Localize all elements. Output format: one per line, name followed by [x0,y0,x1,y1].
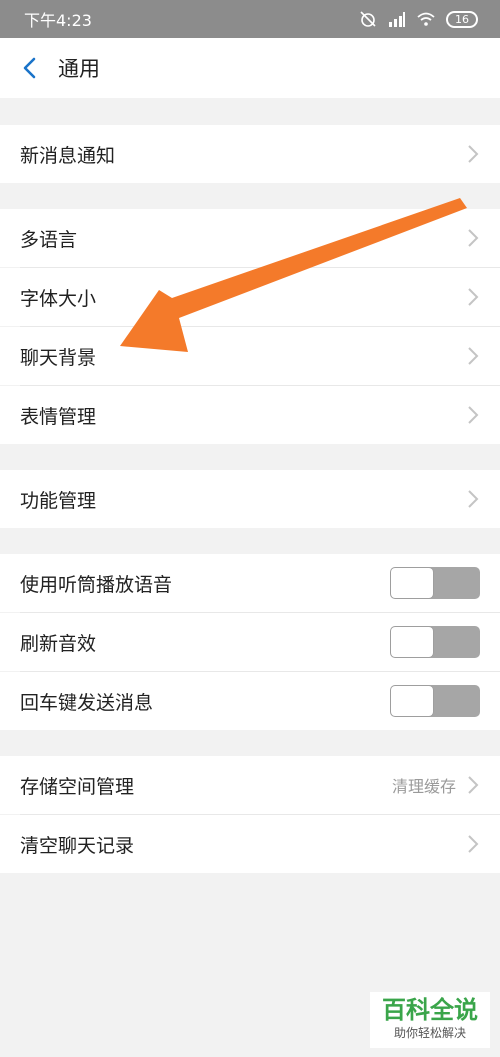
battery-icon: 16 [446,10,478,28]
watermark-title: 百科全说 [382,996,478,1024]
row-label: 功能管理 [20,489,97,512]
row-label: 清空聊天记录 [20,834,135,857]
chevron-right-icon [468,288,479,306]
clear-cache-hint: 清理缓存 [391,777,456,796]
watermark-subtitle: 助你轻松解决 [393,1026,466,1040]
chevron-right-icon [468,406,479,424]
row-refresh-sound: 刷新音效 [0,613,500,671]
chevron-right-icon [468,229,479,247]
row-label: 存储空间管理 [20,775,135,798]
chevron-right-icon [468,776,479,794]
toggle-knob [391,686,433,716]
chevron-right-icon [468,835,479,853]
row-label: 使用听筒播放语音 [20,573,173,596]
row-label: 新消息通知 [20,144,116,167]
row-label: 刷新音效 [20,632,97,655]
alarm-off-icon [360,11,376,27]
watermark-logo: 百科全说 助你轻松解决 [370,992,490,1048]
row-label: 聊天背景 [20,346,97,369]
back-icon [23,57,36,79]
row-label: 字体大小 [20,287,97,310]
row-sticker-manage[interactable]: 表情管理 [0,386,500,444]
signal-icon [389,12,405,27]
nav-bar: 通用 [0,38,500,98]
chevron-right-icon [468,145,479,163]
row-storage-manage[interactable]: 存储空间管理 清理缓存 [0,756,500,814]
row-feature-manage[interactable]: 功能管理 [0,470,500,528]
chevron-right-icon [468,347,479,365]
toggle-knob [391,627,433,657]
row-font-size[interactable]: 字体大小 [0,268,500,326]
row-new-message-notify[interactable]: 新消息通知 [0,125,500,183]
row-enter-to-send: 回车键发送消息 [0,672,500,730]
wifi-icon [417,12,435,26]
refresh-sound-toggle[interactable] [390,626,480,658]
earpiece-toggle[interactable] [390,567,480,599]
toggle-knob [391,568,433,598]
enter-send-toggle[interactable] [390,685,480,717]
back-button[interactable] [0,38,58,98]
status-icons: 16 [358,10,478,28]
row-language[interactable]: 多语言 [0,209,500,267]
row-chat-background[interactable]: 聊天背景 [0,327,500,385]
status-time: 下午4:23 [24,11,92,30]
row-label: 回车键发送消息 [20,691,154,714]
status-bar: 下午4:23 16 [0,0,500,38]
chevron-right-icon [468,490,479,508]
row-label: 表情管理 [20,405,97,428]
row-earpiece-playback: 使用听筒播放语音 [0,554,500,612]
page-title: 通用 [58,57,100,81]
row-label: 多语言 [20,228,78,251]
row-clear-chat-history[interactable]: 清空聊天记录 [0,815,500,873]
